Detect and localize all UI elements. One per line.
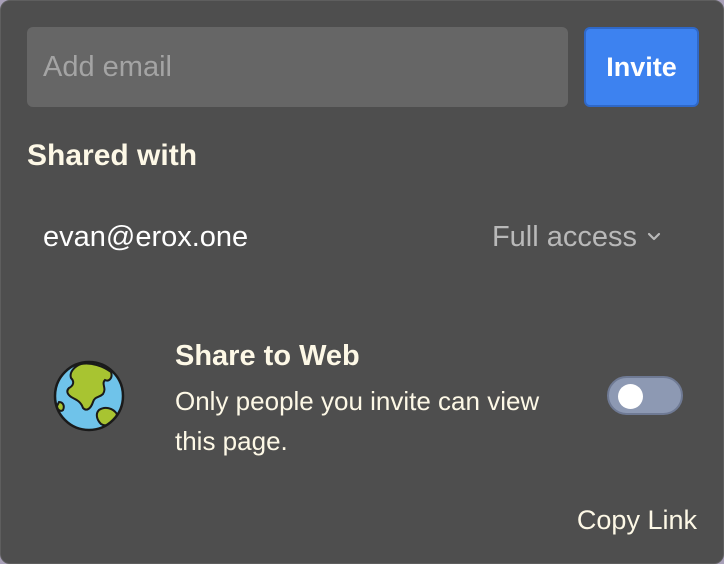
share-to-web-title: Share to Web [175,340,360,372]
chevron-down-icon [645,228,663,246]
globe-icon [51,358,127,434]
add-email-input[interactable] [27,27,568,107]
copy-link-button[interactable]: Copy Link [577,503,697,537]
access-level-label: Full access [491,221,637,253]
share-panel: Invite Shared with evan@erox.one Full ac… [0,0,724,564]
invite-button[interactable]: Invite [584,27,699,107]
share-to-web-description: Only people you invite can view this pag… [175,386,540,456]
toggle-knob [618,384,643,409]
access-level-dropdown[interactable]: Full access [492,219,663,255]
shared-user-row: evan@erox.one Full access [43,215,663,259]
share-to-web-toggle[interactable] [607,376,683,415]
shared-user-email: evan@erox.one [43,221,249,253]
shared-with-heading: Shared with [27,139,198,172]
